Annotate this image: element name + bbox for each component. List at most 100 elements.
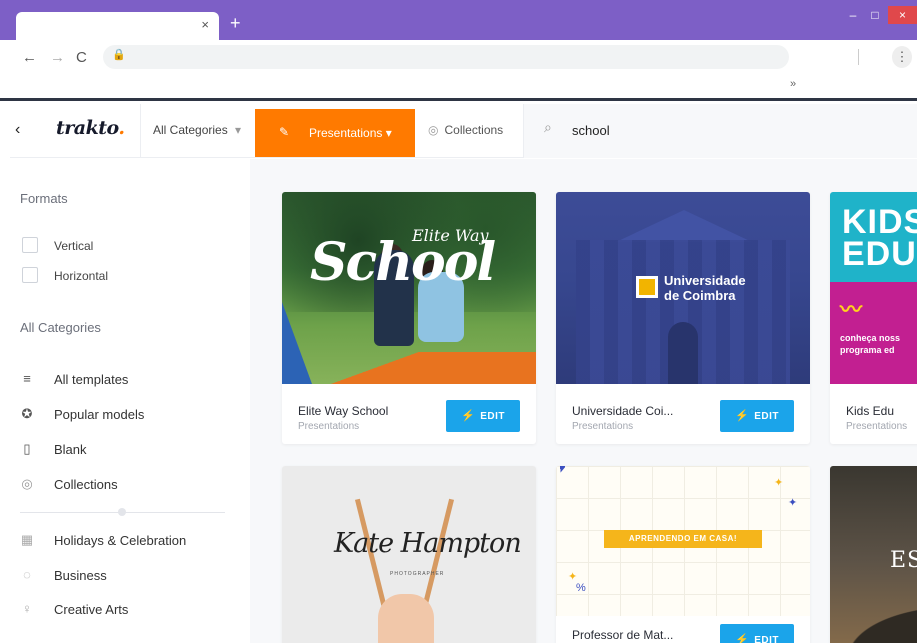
template-grid: School Elite Way Elite Way School Presen… [250, 159, 917, 643]
calendar-icon: ▦ [20, 532, 34, 547]
template-thumbnail[interactable]: KIDS EDU 〰 conheça noss programa ed [830, 192, 917, 384]
sidebar-item-label: Blank [54, 442, 87, 457]
edit-button[interactable]: ⚡ EDIT [720, 624, 794, 643]
presentations-dropdown[interactable]: ✎ Presentations ▾ [255, 109, 415, 157]
browser-menu-icon[interactable]: ⋮ [892, 46, 912, 68]
award-icon: ✪ [21, 406, 33, 421]
bookmarks-overflow-icon[interactable]: » [790, 78, 796, 90]
template-card-universidade-coimbra[interactable]: Universidade de Coimbra Universidade Coi.… [556, 192, 810, 444]
zigzag-icon: 〰 [840, 297, 863, 322]
edit-button[interactable]: ⚡ EDIT [720, 400, 794, 432]
search-input[interactable] [572, 118, 872, 142]
edit-button[interactable]: ⚡ EDIT [446, 400, 520, 432]
sidebar-item-blank[interactable]: ▯ Blank [18, 439, 238, 461]
vertical-label: Vertical [54, 239, 94, 253]
template-title: Elite Way School [298, 404, 389, 418]
list-icon: ≡ [23, 371, 31, 386]
confetti-icon: % [576, 582, 586, 594]
trakto-logo[interactable]: trakto. [56, 117, 125, 139]
collections-icon: ◎ [21, 476, 33, 491]
sidebar-divider-dot [118, 508, 126, 516]
thumb-subtitle: PHOTOGRAPHER [390, 571, 445, 577]
template-category: Presentations [572, 421, 634, 432]
toolbar-divider [858, 49, 859, 65]
logo-text: trakto [56, 117, 119, 139]
maximize-icon[interactable]: □ [868, 8, 882, 22]
lightning-icon: ⚡ [735, 634, 750, 643]
collections-icon: ◎ [428, 123, 439, 137]
browser-toolbar: ← → C 🔒 ⋮ [0, 40, 917, 74]
thumb-title: Universidade [664, 273, 746, 288]
template-title: Professor de Mat... [572, 628, 674, 642]
template-card-kate-hampton[interactable]: Kate Hampton PHOTOGRAPHER [282, 466, 536, 643]
filter-sidebar: Formats Vertical Horizontal All Categori… [10, 159, 250, 643]
reload-icon[interactable]: C [76, 49, 87, 66]
header-divider [140, 104, 141, 158]
sidebar-item-collections[interactable]: ◎ Collections [18, 474, 238, 496]
sidebar-item-label: Business [54, 568, 107, 583]
browser-tab[interactable]: × [16, 12, 219, 40]
chevron-down-icon: ▾ [235, 123, 242, 137]
address-bar[interactable]: 🔒 [103, 45, 789, 69]
forward-arrow-icon[interactable]: → [50, 49, 65, 66]
edit-label: EDIT [754, 411, 779, 422]
new-tab-icon[interactable]: + [230, 13, 241, 34]
sidebar-item-business[interactable]: ◌ Business [18, 565, 238, 587]
sidebar-item-creative-arts[interactable]: ♀ Creative Arts [18, 599, 238, 621]
template-thumbnail[interactable]: Kate Hampton PHOTOGRAPHER [282, 466, 536, 643]
thumb-title: ES [890, 548, 917, 573]
sidebar-item-popular-models[interactable]: ✪ Popular models [18, 404, 238, 426]
sidebar-item-label: Creative Arts [54, 602, 129, 617]
collections-link[interactable]: ◎ Collections [428, 123, 503, 137]
template-card-kids-edu[interactable]: KIDS EDU 〰 conheça noss programa ed Kids E… [830, 192, 917, 444]
search-icon[interactable]: ⌕ [544, 119, 552, 136]
template-card-es[interactable]: ES [830, 466, 917, 643]
lock-icon: 🔒 [112, 49, 126, 61]
thumb-title: APRENDENDO EM CASA! [604, 530, 762, 548]
presentations-label: Presentations [309, 126, 383, 140]
sidebar-item-all-templates[interactable]: ≡ All templates [18, 369, 238, 391]
lightning-icon: ⚡ [735, 410, 750, 422]
template-card-elite-way-school[interactable]: School Elite Way Elite Way School Presen… [282, 192, 536, 444]
template-thumbnail[interactable]: ES [830, 466, 917, 643]
sidebar-item-label: Collections [54, 477, 118, 492]
thumb-subtitle: Elite Way [412, 226, 489, 245]
window-close-icon[interactable]: × [888, 6, 917, 24]
business-icon: ◌ [23, 567, 31, 582]
thumb-subtitle: de Coimbra [664, 288, 736, 303]
minimize-icon[interactable]: – [846, 8, 860, 22]
lightning-icon: ⚡ [461, 410, 476, 422]
template-thumbnail[interactable]: School Elite Way [282, 192, 536, 384]
sidebar-item-holidays[interactable]: ▦ Holidays & Celebration [18, 530, 238, 552]
horizontal-label: Horizontal [54, 269, 109, 283]
university-logo-icon [636, 276, 658, 298]
thumb-subtitle: EDU [842, 235, 917, 273]
chevron-down-icon: ▾ [385, 126, 392, 140]
app-header: ‹ trakto. All Categories ▾ ✎ Presentatio… [10, 104, 917, 158]
template-title: Universidade Coi... [572, 404, 674, 418]
sidebar-item-label: Holidays & Celebration [54, 533, 187, 548]
category-dropdown-label: All Categories [153, 123, 228, 137]
logo-dot: . [118, 117, 125, 139]
template-category: Presentations [846, 421, 908, 432]
template-card-professor-de-matematica[interactable]: APRENDENDO EM CASA! ✦ ✦ ✦ % Professor de… [556, 466, 810, 643]
confetti-icon: ✦ [788, 497, 798, 509]
thumb-caption: conheça noss [840, 333, 901, 343]
thumb-title: Kate Hampton [334, 528, 522, 559]
template-thumbnail[interactable]: Universidade de Coimbra [556, 192, 810, 384]
vertical-checkbox[interactable] [22, 237, 38, 253]
browser-titlebar: × + – □ × [0, 0, 917, 40]
back-arrow-icon[interactable]: ← [22, 49, 37, 66]
tab-close-icon[interactable]: × [201, 17, 209, 32]
template-category: Presentations [298, 421, 360, 432]
template-thumbnail[interactable]: APRENDENDO EM CASA! ✦ ✦ ✦ % [556, 466, 810, 616]
bookmarks-bar: » [0, 74, 917, 98]
category-dropdown[interactable]: All Categories ▾ [153, 123, 241, 137]
sidebar-item-label: Popular models [54, 407, 145, 422]
collapse-back-icon[interactable]: ‹ [15, 121, 20, 139]
thumb-caption: programa ed [840, 345, 895, 355]
chrome-bottom-border [0, 98, 917, 101]
blank-doc-icon: ▯ [23, 441, 31, 456]
arts-icon: ♀ [22, 601, 32, 616]
horizontal-checkbox[interactable] [22, 267, 38, 283]
